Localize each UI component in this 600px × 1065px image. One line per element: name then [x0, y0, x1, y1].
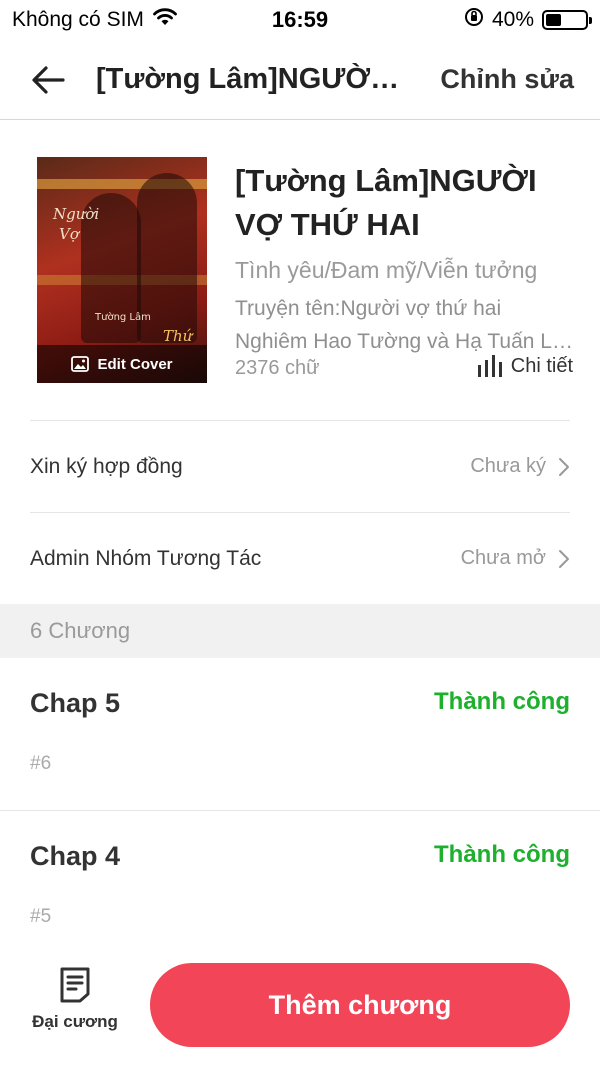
outline-button[interactable]: Đại cương [20, 966, 130, 1046]
detail-label: Chi tiết [510, 354, 573, 377]
chevron-right-icon [559, 549, 569, 568]
word-count: 2376 chữ [235, 357, 320, 379]
row-label: Admin Nhóm Tương Tác [30, 546, 262, 570]
row-value-text: Chưa ký [470, 455, 546, 477]
stats-bars-icon [477, 355, 502, 377]
detail-button[interactable]: Chi tiết [477, 354, 573, 378]
bottom-bar: Đại cương Thêm chương [0, 940, 600, 1065]
row-label: Xin ký hợp đồng [30, 454, 183, 478]
chapter-status: Thành công [434, 841, 570, 868]
cover-script: Vợ [59, 225, 79, 243]
outline-label: Đại cương [32, 1012, 118, 1031]
nav-bar: [Tường Lâm]NGƯỜI VỢ THỨ HAI Chỉnh sửa [0, 40, 600, 120]
back-arrow-icon [32, 65, 65, 94]
cover-script: Người [53, 205, 100, 223]
book-cover[interactable]: Người Vợ Tường Lâm Thứ Edit Cover [37, 157, 207, 383]
row-value: Chưa ký [470, 455, 570, 478]
chapter-item[interactable]: Chap 5 Thành công #6 [0, 658, 600, 811]
edit-button[interactable]: Chỉnh sửa [440, 64, 600, 95]
edit-cover-button[interactable]: Edit Cover [37, 345, 207, 383]
status-right: 40% [464, 7, 592, 33]
image-icon [71, 356, 90, 372]
chapter-title: Chap 5 [30, 688, 121, 718]
chapter-number: #6 [30, 753, 52, 774]
chapter-count-header: 6 Chương [0, 604, 600, 658]
row-value-text: Chưa mở [460, 547, 546, 569]
battery-icon [542, 10, 592, 30]
book-genre: Tình yêu/Đam mỹ/Viễn tưởng [235, 257, 538, 283]
battery-label: 40% [491, 8, 534, 31]
chapter-status: Thành công [434, 688, 570, 715]
chapter-number: #5 [30, 906, 52, 927]
edit-cover-label: Edit Cover [97, 355, 173, 373]
row-contract[interactable]: Xin ký hợp đồng Chưa ký [30, 420, 570, 512]
cover-script: Thứ [163, 327, 193, 345]
battery-fill [546, 14, 562, 26]
page-title: [Tường Lâm]NGƯỜI VỢ THỨ HAI [96, 63, 440, 95]
row-admin-group[interactable]: Admin Nhóm Tương Tác Chưa mở [30, 512, 570, 604]
outline-document-icon [60, 967, 90, 1003]
chevron-right-icon [559, 457, 569, 476]
orientation-lock-icon [464, 7, 484, 33]
status-bar: 16:59 Không có SIM 40% [0, 0, 600, 40]
book-info: Người Vợ Tường Lâm Thứ Edit Cover [Tường… [37, 157, 577, 383]
chapter-title: Chap 4 [30, 841, 121, 871]
cover-small-text: Tường Lâm [95, 312, 151, 323]
back-button[interactable] [0, 40, 96, 120]
row-value: Chưa mở [461, 547, 570, 570]
book-title: [Tường Lâm]NGƯỜI VỢ THỨ HAI [235, 163, 537, 242]
add-chapter-button[interactable]: Thêm chương [150, 963, 570, 1047]
book-description: Truyện tên:Người vợ thứ hai Nghiêm Hao T… [235, 292, 575, 358]
book-desc-line: Truyện tên:Người vợ thứ hai [235, 297, 502, 320]
